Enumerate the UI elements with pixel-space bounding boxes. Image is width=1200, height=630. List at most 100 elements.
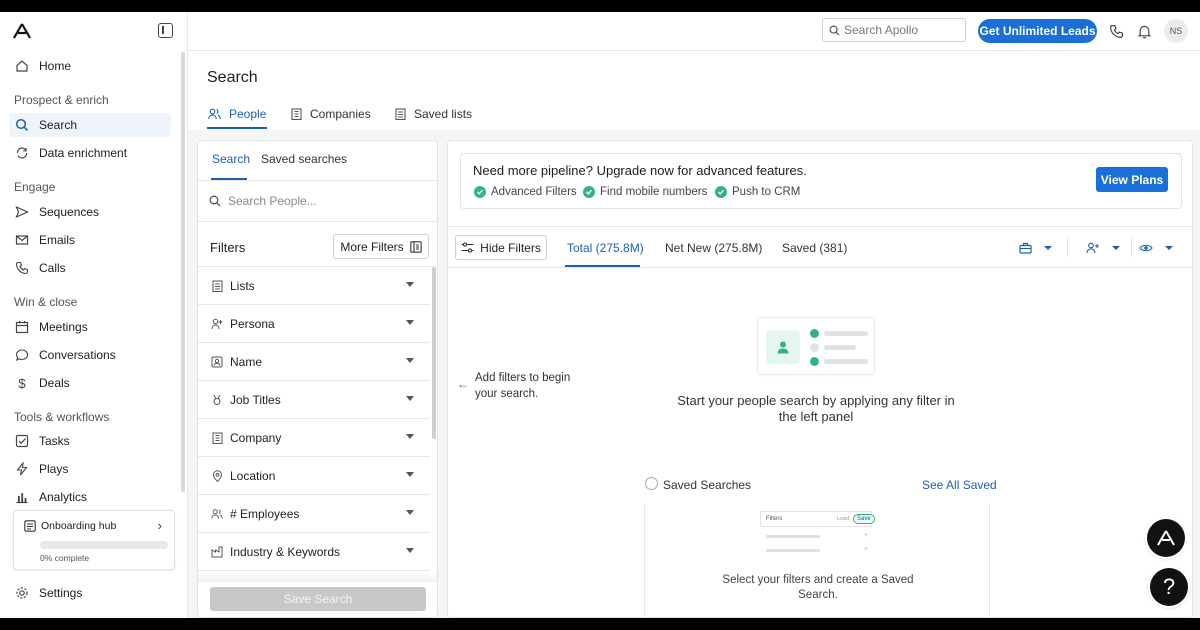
search-icon	[209, 195, 221, 207]
global-search[interactable]	[822, 18, 966, 42]
plus-icon: +	[864, 546, 869, 553]
apollo-assistant-button[interactable]	[1147, 519, 1185, 557]
illustration-line	[766, 535, 820, 538]
chat-bubble-icon	[15, 348, 29, 362]
empty-state-illustration	[757, 317, 875, 375]
filter-scrollbar[interactable]	[432, 267, 436, 439]
caret-down-icon[interactable]	[1165, 246, 1173, 250]
filter-label: Name	[230, 354, 263, 369]
search-icon	[15, 118, 29, 132]
results-panel: Need more pipeline? Upgrade now for adva…	[447, 140, 1193, 618]
sidebar-item-label: Sequences	[39, 205, 100, 219]
tab-saved-lists[interactable]: Saved lists	[395, 105, 472, 123]
illustration-save-label: Save	[853, 514, 875, 524]
filter-name[interactable]: Name	[198, 343, 430, 381]
more-filters-button[interactable]: More Filters	[333, 234, 429, 259]
tab-companies[interactable]: Companies	[291, 105, 371, 123]
global-search-input[interactable]	[844, 23, 954, 37]
get-unlimited-leads-button[interactable]: Get Unlimited Leads	[978, 19, 1097, 43]
sidebar-item-home[interactable]: Home	[9, 54, 171, 78]
sidebar-item-plays[interactable]: Plays	[9, 457, 171, 481]
caret-down-icon	[406, 548, 414, 553]
filter-industry-keywords[interactable]: Industry & Keywords	[198, 533, 430, 571]
filters-heading: Filters	[210, 240, 246, 255]
illustration-row	[810, 342, 856, 352]
filter-company[interactable]: Company	[198, 419, 430, 457]
onboarding-progress-bar	[40, 541, 168, 549]
refresh-icon	[15, 146, 29, 160]
view-plans-button[interactable]: View Plans	[1096, 167, 1168, 192]
save-search-button[interactable]: Save Search	[210, 587, 426, 611]
divider	[198, 221, 437, 222]
sidebar-item-label: Emails	[39, 233, 76, 247]
people-icon	[211, 508, 223, 520]
caret-down-icon	[406, 396, 414, 401]
more-filters-label: More Filters	[340, 239, 404, 254]
filter-job-titles[interactable]: Job Titles	[198, 381, 430, 419]
sidebar-item-label: Calls	[39, 261, 66, 275]
filter-lists[interactable]: Lists	[198, 267, 430, 305]
sidebar-item-sequences[interactable]: Sequences	[9, 200, 171, 224]
sidebar-item-calls[interactable]: Calls	[9, 256, 171, 280]
phone-icon	[15, 261, 29, 275]
sidebar-item-data-enrichment[interactable]: Data enrichment	[9, 141, 171, 165]
section-label-prospect: Prospect & enrich	[14, 93, 109, 107]
bar-chart-icon	[15, 490, 29, 504]
sidebar-item-search[interactable]: Search	[9, 113, 171, 137]
people-search-input[interactable]	[228, 194, 418, 208]
caret-down-icon[interactable]	[1044, 246, 1052, 250]
empty-state-title: Start your people search by applying any…	[677, 393, 955, 424]
tab-search[interactable]: Search	[212, 152, 250, 166]
mail-icon	[15, 233, 29, 247]
tab-saved[interactable]: Saved (381)	[782, 241, 847, 255]
sidebar-item-conversations[interactable]: Conversations	[9, 343, 171, 367]
saved-search-illustration: Filters Load Save + +	[760, 511, 875, 561]
filter-location[interactable]: Location	[198, 457, 430, 495]
tab-net-new[interactable]: Net New (275.8M)	[665, 241, 762, 255]
filter-label: Persona	[230, 316, 275, 331]
gear-icon	[15, 586, 29, 600]
sidebar: Home Prospect & enrich Search Data enric…	[0, 12, 188, 618]
top-bar: Get Unlimited Leads NS	[188, 12, 1200, 51]
caret-down-icon	[406, 510, 414, 515]
person-plus-icon[interactable]	[1086, 241, 1100, 255]
tab-total[interactable]: Total (275.8M)	[567, 241, 644, 255]
sidebar-item-tasks[interactable]: Tasks	[9, 429, 171, 453]
sidebar-scrollbar[interactable]	[181, 52, 185, 492]
filter-employees[interactable]: # Employees	[198, 495, 430, 533]
filter-label: Location	[230, 468, 276, 483]
caret-down-icon[interactable]	[1112, 246, 1120, 250]
briefcase-icon[interactable]	[1018, 241, 1032, 255]
building-icon	[291, 108, 302, 120]
collapse-sidebar-icon[interactable]	[158, 23, 173, 38]
sidebar-item-analytics[interactable]: Analytics	[9, 485, 171, 509]
onboarding-hub-card[interactable]: Onboarding hub › 0% complete	[13, 510, 175, 570]
illustration-filters-label: Filters	[766, 516, 783, 522]
sidebar-item-meetings[interactable]: Meetings	[9, 315, 171, 339]
sidebar-item-label: Tasks	[39, 434, 70, 448]
people-search[interactable]	[209, 191, 429, 211]
eye-icon[interactable]	[1139, 241, 1153, 255]
checkbox-icon	[15, 434, 29, 448]
avatar[interactable]: NS	[1164, 19, 1188, 43]
tab-saved-searches[interactable]: Saved searches	[261, 152, 347, 166]
upgrade-title: Need more pipeline? Upgrade now for adva…	[473, 163, 807, 178]
help-icon[interactable]: ?	[1150, 568, 1188, 606]
search-icon	[829, 25, 840, 36]
tab-people[interactable]: People	[208, 105, 266, 123]
sidebar-item-settings[interactable]: Settings	[9, 581, 171, 605]
see-all-saved-link[interactable]: See All Saved	[922, 478, 997, 492]
phone-icon[interactable]	[1108, 23, 1124, 39]
apollo-logo-icon[interactable]	[13, 23, 31, 39]
bell-icon[interactable]	[1136, 23, 1152, 39]
filter-persona[interactable]: Persona	[198, 305, 430, 343]
filter-label: Lists	[230, 278, 255, 293]
saved-searches-box: Filters Load Save + + Select your filter…	[644, 503, 990, 617]
send-icon	[15, 205, 29, 219]
sliders-icon	[461, 242, 474, 253]
sidebar-item-emails[interactable]: Emails	[9, 228, 171, 252]
section-label-engage: Engage	[14, 180, 56, 194]
hide-filters-button[interactable]: Hide Filters	[455, 235, 547, 260]
caret-down-icon	[406, 320, 414, 325]
sidebar-item-deals[interactable]: $ Deals	[9, 371, 171, 395]
